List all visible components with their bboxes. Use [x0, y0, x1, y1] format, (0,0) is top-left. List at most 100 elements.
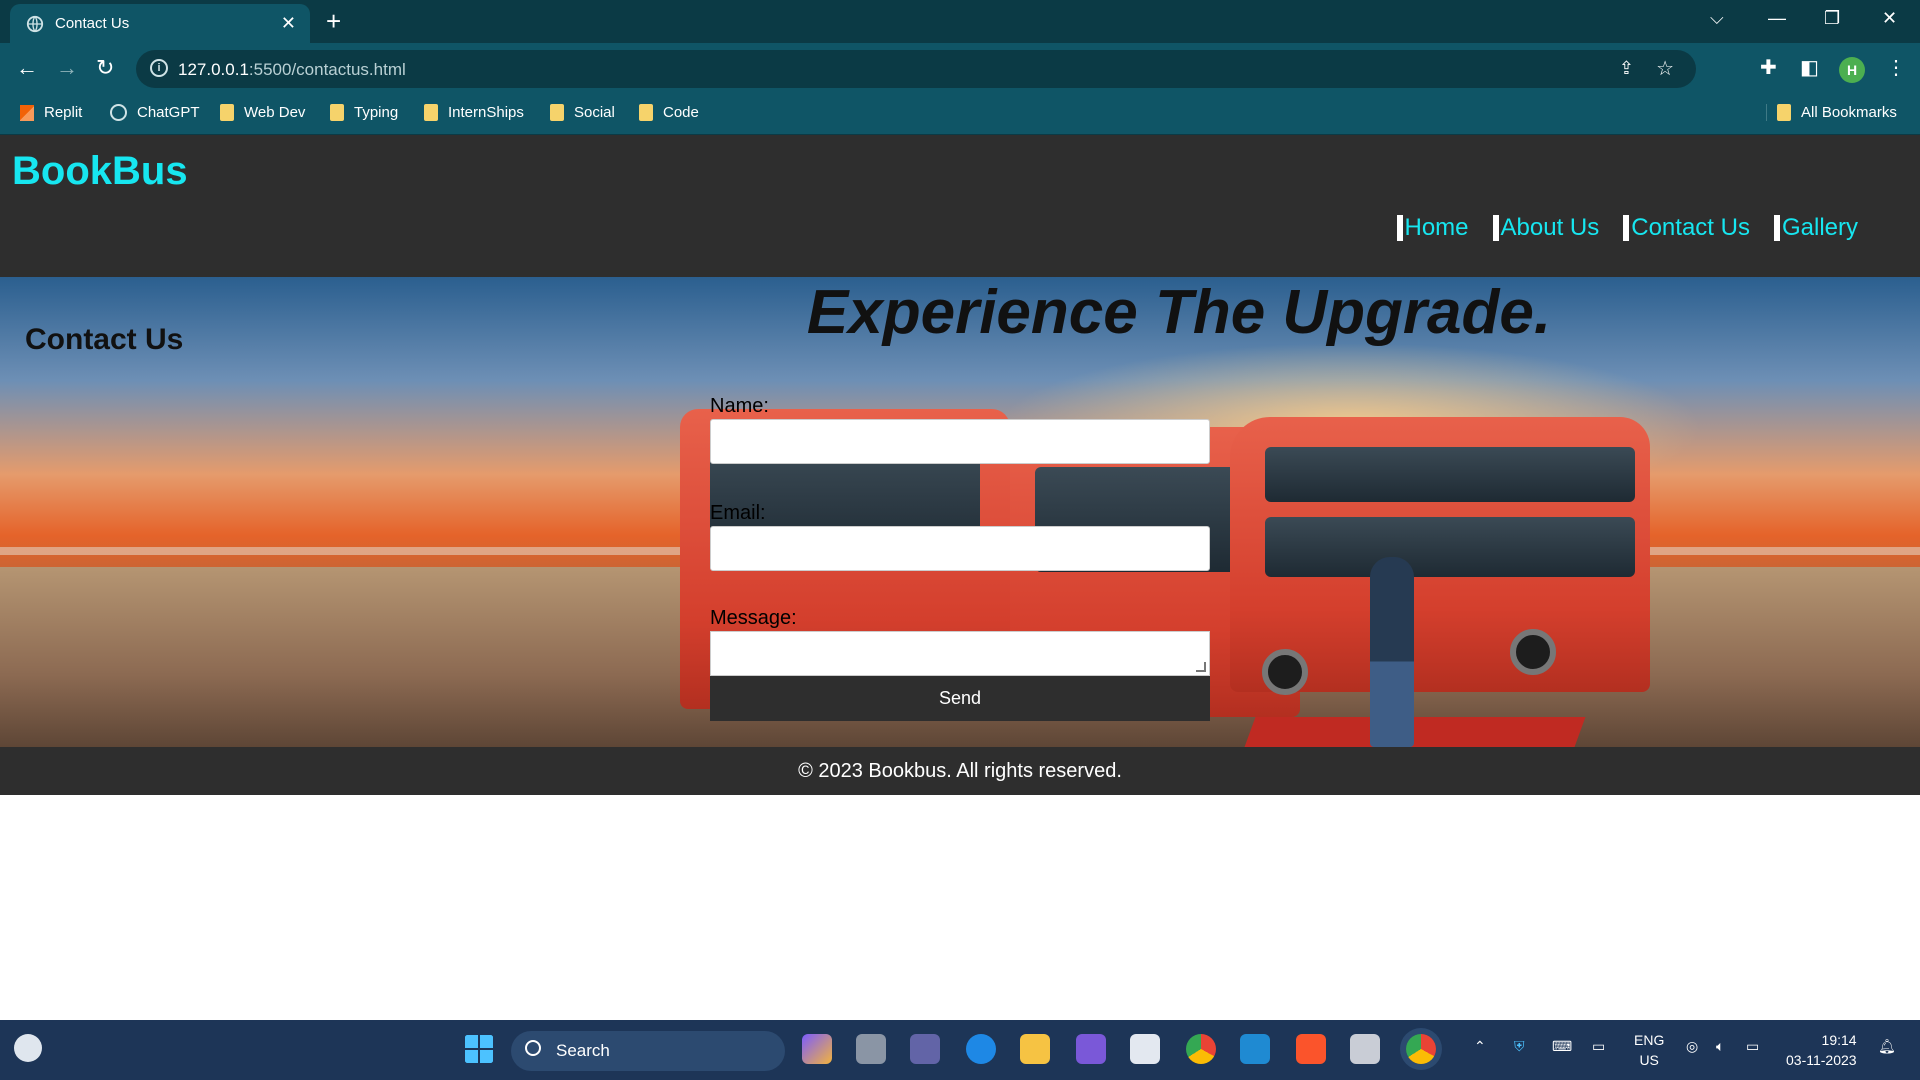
taskbar: Search ⌃ ⛨ ⌨ ▭ ENG US ◎ 🔈︎ ▭ 19:14 03-11… [0, 1020, 1920, 1080]
site-info-icon[interactable]: i [150, 59, 168, 77]
keyboard-icon[interactable]: ⌨ [1552, 1038, 1572, 1055]
bookmark-internships[interactable]: InternShips [424, 104, 524, 121]
all-bookmarks[interactable]: All Bookmarks [1766, 104, 1897, 121]
close-window-icon[interactable]: ✕ [1882, 8, 1897, 29]
chrome-profile-active-icon[interactable] [1406, 1034, 1436, 1064]
new-tab-icon[interactable]: + [326, 6, 341, 37]
chatgpt-icon [110, 104, 127, 121]
bookmark-replit[interactable]: Replit [20, 104, 82, 121]
reload-icon[interactable]: ↻ [96, 55, 114, 81]
extensions-icon[interactable]: ✚ [1760, 55, 1777, 80]
bookmark-label: Social [574, 104, 615, 121]
nav-home[interactable]: Home [1396, 215, 1469, 241]
region-code: US [1639, 1052, 1659, 1068]
forward-icon[interactable]: → [56, 55, 78, 81]
bookmarks-bar: Replit ChatGPT Web Dev Typing InternShip… [0, 95, 1920, 135]
traveller-figure [1370, 557, 1414, 747]
bookmark-label: Web Dev [244, 104, 306, 121]
bus-windows-lower [1265, 517, 1635, 577]
network-icon[interactable]: ◎ [1686, 1038, 1698, 1055]
notifications-icon[interactable]: 🔔︎ [1878, 1038, 1896, 1055]
bookmark-label: ChatGPT [137, 104, 200, 121]
browser-tab-bar: Contact Us ✕ + ⌵ — ❐ ✕ [0, 0, 1920, 43]
battery-icon[interactable]: ▭ [1746, 1038, 1759, 1055]
address-bar[interactable]: i 127.0.0.1:5500/contactus.html ⇪ ☆ [136, 50, 1696, 88]
bookmark-label: Replit [44, 104, 83, 121]
red-carpet [1244, 717, 1586, 747]
copilot-pre-icon[interactable] [802, 1034, 832, 1064]
volume-icon[interactable]: 🔈︎ [1716, 1038, 1724, 1055]
minimize-icon[interactable]: — [1768, 8, 1786, 29]
nav-about-us[interactable]: About Us [1492, 215, 1599, 241]
brave-icon[interactable] [1296, 1034, 1326, 1064]
touchpad-icon[interactable]: ▭ [1592, 1038, 1605, 1055]
search-icon [525, 1040, 541, 1056]
send-button[interactable]: Send [710, 676, 1210, 721]
url-host: 127.0.0.1 [178, 60, 249, 79]
browser-toolbar: ← → ↻ i 127.0.0.1:5500/contactus.html ⇪ … [0, 43, 1920, 95]
clock[interactable]: 19:14 03-11-2023 [1786, 1030, 1857, 1070]
weather-icon[interactable] [14, 1034, 42, 1062]
tab-search-icon[interactable]: ⌵ [1710, 8, 1724, 29]
folder-icon [1777, 104, 1791, 121]
windows-start-icon[interactable] [464, 1034, 494, 1064]
language-indicator[interactable]: ENG US [1634, 1030, 1664, 1070]
message-textarea[interactable] [710, 631, 1210, 676]
nav-contact-us[interactable]: Contact Us [1623, 215, 1750, 241]
url-path: :5500/contactus.html [248, 60, 406, 79]
bookmark-chatgpt[interactable]: ChatGPT [110, 104, 200, 121]
tab-contact-us[interactable]: Contact Us ✕ [10, 4, 310, 43]
bookmark-star-icon[interactable]: ☆ [1656, 56, 1674, 81]
site-header: BookBus Home About Us Contact Us Gallery [0, 135, 1920, 277]
clock-date: 03-11-2023 [1786, 1052, 1857, 1068]
name-input[interactable] [710, 419, 1210, 464]
language-code: ENG [1634, 1032, 1665, 1048]
email-label: Email: [710, 502, 766, 524]
restore-icon[interactable]: ❐ [1824, 8, 1840, 29]
menu-icon[interactable]: ⋮ [1886, 55, 1906, 80]
folder-icon [639, 104, 653, 121]
bookmark-typing[interactable]: Typing [330, 104, 398, 121]
bookmark-label: InternShips [448, 104, 524, 121]
search-label: Search [556, 1041, 610, 1060]
hero-headline: Experience The Upgrade. [806, 278, 1552, 347]
url-text[interactable]: 127.0.0.1:5500/contactus.html [178, 60, 406, 80]
share-icon[interactable]: ⇪ [1619, 58, 1634, 79]
name-label: Name: [710, 395, 769, 417]
replit-icon [20, 104, 34, 121]
page-title: Contact Us [25, 323, 184, 356]
email-input[interactable] [710, 526, 1210, 571]
store-icon[interactable] [1130, 1034, 1160, 1064]
bookmark-web-dev[interactable]: Web Dev [220, 104, 305, 121]
show-hidden-icons-icon[interactable]: ⌃ [1474, 1038, 1486, 1055]
folder-icon [220, 104, 234, 121]
edge-icon[interactable] [966, 1034, 996, 1064]
taskbar-search[interactable]: Search [511, 1031, 785, 1071]
back-icon[interactable]: ← [16, 55, 38, 81]
globe-icon [26, 15, 44, 33]
media-player-icon[interactable] [1076, 1034, 1106, 1064]
profile-avatar[interactable]: H [1839, 57, 1865, 83]
clock-time: 19:14 [1821, 1032, 1857, 1048]
bus-wheel [1262, 649, 1308, 695]
tab-title: Contact Us [55, 15, 130, 32]
nav-gallery[interactable]: Gallery [1773, 215, 1858, 241]
bookmark-social[interactable]: Social [550, 104, 615, 121]
folder-icon [424, 104, 438, 121]
task-view-icon[interactable] [856, 1034, 886, 1064]
app-icon[interactable] [1350, 1034, 1380, 1064]
security-shield-icon[interactable]: ⛨ [1514, 1038, 1525, 1055]
close-tab-icon[interactable]: ✕ [281, 13, 296, 34]
chrome-icon[interactable] [1186, 1034, 1216, 1064]
vscode-icon[interactable] [1240, 1034, 1270, 1064]
side-panel-icon[interactable]: ◧ [1800, 55, 1819, 80]
hero-banner: Experience The Upgrade. Contact Us Name:… [0, 277, 1920, 747]
site-footer: © 2023 Bookbus. All rights reserved. [0, 747, 1920, 795]
teams-icon[interactable] [910, 1034, 940, 1064]
bookmark-code[interactable]: Code [639, 104, 699, 121]
site-logo[interactable]: BookBus [12, 149, 188, 194]
file-explorer-icon[interactable] [1020, 1034, 1050, 1064]
contact-form: Name: Email: Message: Send [710, 395, 1210, 721]
